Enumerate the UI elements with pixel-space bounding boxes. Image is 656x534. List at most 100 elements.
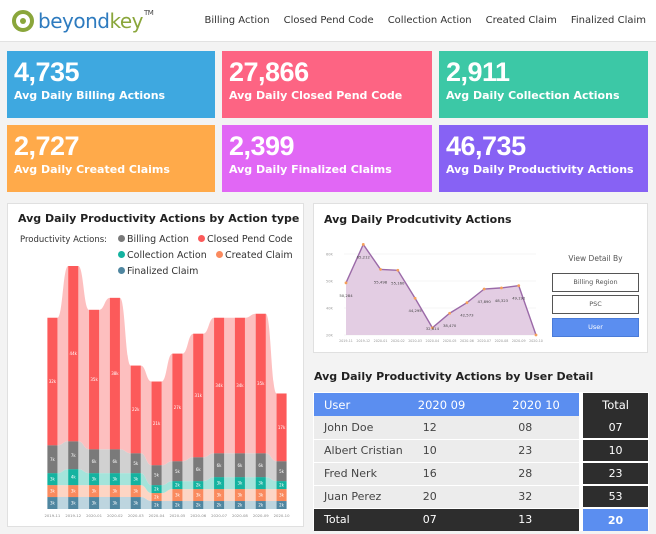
cell-2020-09: 16	[402, 462, 495, 486]
table-total-row[interactable]: Total 07 13 20	[314, 508, 648, 531]
kpi-card-productivity-actions[interactable]: 46,735 Avg Daily Productivity Actions	[439, 125, 648, 192]
cell-user: John Doe	[314, 416, 403, 440]
kpi-card-billing-actions[interactable]: 4,735 Avg Daily Billing Actions	[7, 51, 215, 118]
bar-data-label: 3k	[112, 489, 118, 494]
data-point	[396, 268, 400, 272]
nav-created-claim[interactable]: Created Claim	[486, 15, 557, 26]
bar-data-label: 3k	[133, 489, 139, 494]
bar-data-label: 27k	[174, 405, 182, 410]
bar-data-label: 44k	[70, 351, 78, 356]
logo-text-key: key	[109, 9, 143, 33]
cell-user: Juan Perez	[314, 485, 403, 509]
x-tick-label: 2020-05	[169, 513, 185, 518]
bar-data-label: 2k	[217, 503, 223, 508]
bar-data-label: 5k	[175, 469, 181, 474]
bar-data-label: 35k	[257, 381, 265, 386]
total-2020-09: 07	[402, 508, 495, 531]
kpi-card-created-claims[interactable]: 2,727 Avg Daily Created Claims	[7, 125, 215, 192]
view-psc-button[interactable]: PSC	[552, 295, 639, 314]
kpi-label: Avg Daily Finalized Claims	[229, 163, 392, 176]
kpi-label: Avg Daily Collection Actions	[446, 89, 620, 102]
kpi-card-closed-pend-code[interactable]: 27,866 Avg Daily Closed Pend Code	[222, 51, 432, 118]
bar-data-label: 6k	[237, 463, 243, 468]
nav-collection-action[interactable]: Collection Action	[388, 15, 472, 26]
bar-data-label: 21k	[153, 421, 161, 426]
logo-icon	[12, 10, 34, 32]
action-type-chart-card: Avg Daily Productivity Actions by Action…	[7, 203, 304, 527]
bar-data-label: 2k	[196, 483, 202, 488]
x-tick-label: 2020-07	[477, 339, 491, 343]
x-tick-label: 2020-09	[512, 339, 526, 343]
kpi-value: 2,911	[446, 57, 510, 87]
kpi-card-finalized-claims[interactable]: 2,399 Avg Daily Finalized Claims	[222, 125, 432, 192]
cell-total: 07	[579, 416, 648, 440]
kpi-value: 46,735	[446, 131, 526, 161]
view-billing-region-button[interactable]: Billing Region	[552, 273, 639, 292]
x-tick-label: 2020-01	[86, 513, 102, 518]
data-label: 32,814	[426, 326, 440, 331]
data-point	[448, 311, 452, 315]
table-header-row: User 2020 09 2020 10 Total	[314, 393, 648, 416]
y-tick-label: 60K	[326, 253, 333, 257]
kpi-card-collection-actions[interactable]: 2,911 Avg Daily Collection Actions	[439, 51, 648, 118]
productivity-line-chart-card: Avg Daily Prodcutivity Actions 20K 40K 50K…	[313, 203, 648, 353]
bar-data-label: 34k	[236, 383, 244, 388]
bar-data-label: 3k	[92, 501, 98, 506]
cell-2020-10: 32	[494, 485, 582, 509]
cell-2020-09: 10	[402, 439, 495, 463]
bar-data-label: 31k	[195, 393, 203, 398]
bar-data-label: 2k	[175, 503, 181, 508]
data-point	[344, 281, 348, 285]
bar-data-label: 2k	[279, 483, 285, 488]
col-header-user[interactable]: User	[314, 393, 403, 416]
data-label: 38,470	[443, 323, 457, 328]
x-tick-label: 2020-03	[128, 513, 144, 518]
table-row[interactable]: Fred Nerk 16 28 23	[314, 462, 648, 486]
data-point	[517, 284, 521, 288]
bar-data-label: 6k	[196, 467, 202, 472]
nav-billing-action[interactable]: Billing Action	[204, 15, 269, 26]
data-label: 55,498	[374, 279, 388, 284]
top-nav: Billing Action Closed Pend Code Collecti…	[190, 15, 646, 26]
cell-2020-10: 28	[494, 462, 582, 486]
nav-closed-pend-code[interactable]: Closed Pend Code	[284, 15, 374, 26]
table-row[interactable]: Juan Perez 20 32 53	[314, 485, 648, 509]
x-tick-label: 2019-11	[339, 339, 353, 343]
kpi-label: Avg Daily Created Claims	[14, 163, 170, 176]
area-line-chart: 20K 40K 50K 60K 50,284 2019-11 65,212 2019-12 55…	[326, 243, 543, 343]
x-tick-label: 2020-02	[391, 339, 405, 343]
col-header-total[interactable]: Total	[579, 393, 648, 416]
logo-text-beyond: beyond	[38, 9, 110, 33]
nav-finalized-claim[interactable]: Finalized Claim	[571, 15, 646, 26]
total-label: Total	[314, 508, 403, 531]
bar-data-label: 2k	[154, 503, 160, 508]
bar-data-label: 2k	[196, 503, 202, 508]
bar-data-label: 3k	[50, 477, 56, 482]
data-label: 44,295	[408, 308, 422, 313]
total-2020-10: 13	[494, 508, 582, 531]
x-tick-label: 2020-05	[443, 339, 457, 343]
cell-2020-09: 12	[402, 416, 495, 440]
y-tick-label: 20K	[326, 334, 333, 338]
col-header-2020-09[interactable]: 2020 09	[402, 393, 495, 416]
data-point	[465, 301, 469, 305]
bar-data-label: 38k	[111, 371, 119, 376]
bar-data-label: 3k	[237, 493, 243, 498]
bar-data-label: 6k	[92, 459, 98, 464]
bar-data-label: 2k	[175, 483, 181, 488]
x-tick-label: 2020-10	[529, 339, 543, 343]
kpi-value: 4,735	[14, 57, 80, 87]
ribbon-closed-pend-code	[47, 266, 287, 466]
col-header-2020-10[interactable]: 2020 10	[494, 393, 582, 416]
view-user-button[interactable]: User	[552, 318, 639, 337]
table-row[interactable]: Albert Cristian 10 23 10	[314, 439, 648, 463]
app-header: beyondkeyTM Billing Action Closed Pend C…	[0, 0, 656, 42]
bar-data-label: 34k	[215, 383, 223, 388]
kpi-label: Avg Daily Billing Actions	[14, 89, 166, 102]
table-row[interactable]: John Doe 12 08 07	[314, 416, 648, 440]
bar-data-label: 6k	[112, 459, 118, 464]
beyondkey-logo[interactable]: beyondkeyTM	[12, 9, 154, 33]
bar-data-label: 3k	[92, 489, 98, 494]
x-tick-label: 2020-08	[495, 339, 509, 343]
kpi-label: Avg Daily Closed Pend Code	[229, 89, 403, 102]
